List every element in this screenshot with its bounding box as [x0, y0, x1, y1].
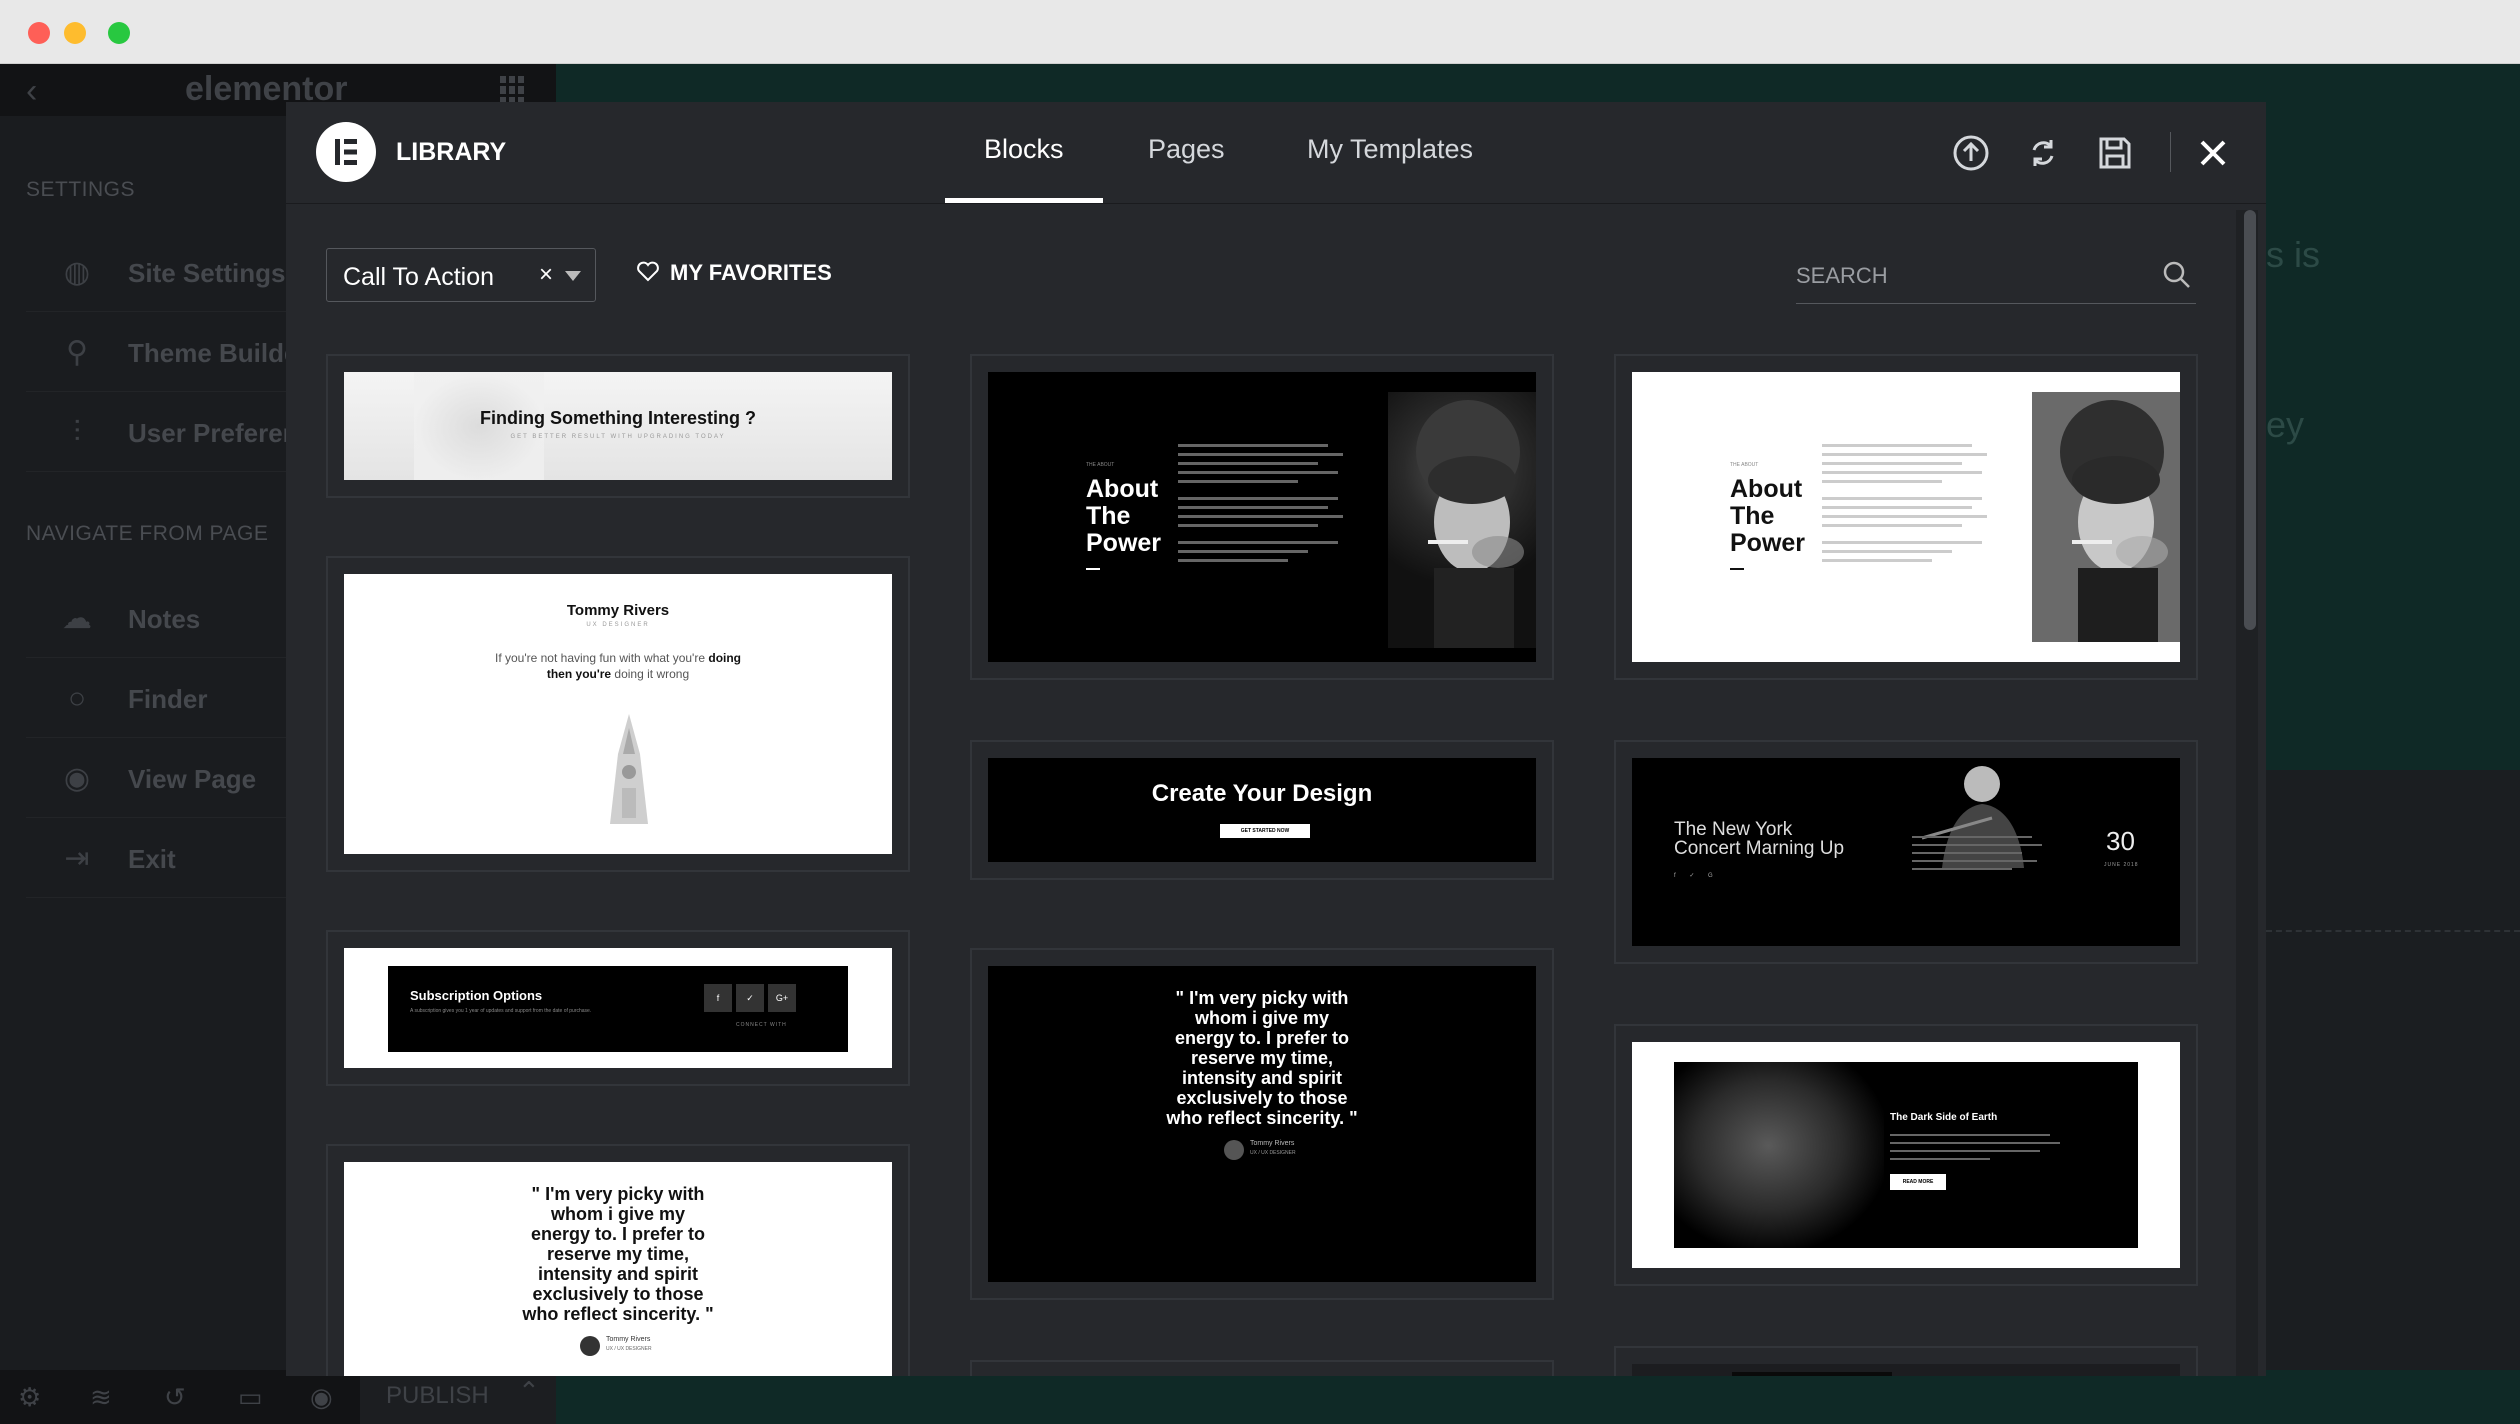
my-favorites-button[interactable]: MY FAVORITES	[636, 260, 832, 288]
back-icon[interactable]: ‹	[26, 72, 37, 111]
sitemap-icon: ⚲	[66, 336, 88, 369]
template-card-subscription[interactable]: Subscription Options A subscription give…	[326, 930, 910, 1086]
template-thumbnail: Create Your Design GET STARTED NOW	[988, 758, 1536, 862]
template-card-create-design[interactable]: Create Your Design GET STARTED NOW	[970, 740, 1554, 880]
library-modal: LIBRARY Blocks Pages My Templates Call T…	[286, 102, 2266, 1376]
save-icon[interactable]	[2094, 132, 2136, 174]
avatar	[1224, 1140, 1244, 1160]
social-icons: f ✓ G	[1674, 873, 1719, 879]
grid-menu-icon[interactable]	[500, 76, 528, 104]
header-divider	[2170, 132, 2171, 172]
tower-illustration	[602, 714, 656, 824]
template-card-about-dark[interactable]: THE ABOUT About The Power	[970, 354, 1554, 680]
template-thumbnail: THE ABOUT About The Power	[988, 372, 1536, 662]
template-thumbnail: The New York Concert Marning Up f ✓ G 30 …	[1632, 758, 2180, 946]
canvas-section	[2266, 770, 2520, 1370]
template-thumbnail: " I'm very picky with whom i give my ene…	[344, 1162, 892, 1376]
exit-icon: ⇥	[64, 842, 90, 875]
tab-blocks[interactable]: Blocks	[984, 134, 1064, 165]
template-thumbnail: Subscription Options A subscription give…	[344, 948, 892, 1068]
globe-icon: ◍	[63, 256, 91, 289]
tab-my-templates[interactable]: My Templates	[1307, 134, 1473, 165]
template-thumbnail	[1632, 1364, 2180, 1376]
template-thumbnail: Tommy Rivers UX DESIGNER If you're not h…	[344, 574, 892, 854]
template-card-new-york[interactable]: The New York Concert Marning Up f ✓ G 30 …	[1614, 740, 2198, 964]
divider	[2266, 930, 2520, 932]
template-card-quote-dark[interactable]: " I'm very picky with whom i give my ene…	[970, 948, 1554, 1300]
template-card-dark-side[interactable]: The Dark Side of Earth READ MORE	[1614, 1024, 2198, 1286]
maximize-window-button[interactable]	[108, 22, 130, 44]
preview-eye-icon[interactable]: ◉	[310, 1382, 333, 1413]
heart-icon	[636, 260, 660, 288]
template-thumbnail: Finding Something Interesting ? GET BETT…	[344, 372, 892, 480]
eye-icon: ◉	[63, 762, 91, 795]
template-thumbnail: " I'm very picky with whom i give my ene…	[988, 966, 1536, 1282]
body-text-lines	[1890, 1128, 2060, 1166]
responsive-icon[interactable]: ▭	[238, 1382, 263, 1413]
template-card-finding-2[interactable]: Finding Something Interesting ? GET BETT…	[970, 1360, 1554, 1376]
facebook-icon: f	[704, 984, 732, 1012]
close-window-button[interactable]	[28, 22, 50, 44]
publish-button[interactable]: PUBLISH ⌃	[360, 1370, 556, 1424]
section-settings-heading: SETTINGS	[26, 178, 136, 201]
template-card-partial[interactable]	[1614, 1346, 2198, 1376]
close-icon[interactable]	[2192, 132, 2234, 174]
sliders-icon: ⫶	[73, 416, 81, 449]
body-text-lines	[1178, 438, 1348, 568]
twitter-icon: ✓	[736, 984, 764, 1012]
search-input[interactable]	[1796, 258, 2136, 294]
category-select[interactable]: Call To Action ×	[326, 248, 596, 302]
elementor-logo-icon	[316, 122, 376, 182]
panel-footer: ⚙ ≋ ↺ ▭ ◉ PUBLISH ⌃	[0, 1370, 556, 1424]
clear-category-icon[interactable]: ×	[539, 261, 553, 289]
search-field	[1796, 248, 2196, 304]
googleplus-icon: G+	[768, 984, 796, 1012]
search-icon: ○	[67, 682, 87, 715]
template-thumbnail: The Dark Side of Earth READ MORE	[1632, 1042, 2180, 1268]
template-card-about-light[interactable]: THE ABOUT About The Power	[1614, 354, 2198, 680]
body-text-lines	[1822, 438, 1992, 568]
library-title: LIBRARY	[396, 138, 507, 166]
modal-header: LIBRARY Blocks Pages My Templates	[286, 102, 2266, 204]
scrollbar-thumb[interactable]	[2244, 210, 2256, 630]
chevron-up-icon: ⌃	[518, 1376, 540, 1406]
chevron-down-icon	[565, 271, 581, 281]
template-card-quote[interactable]: " I'm very picky with whom i give my ene…	[326, 1144, 910, 1376]
search-icon[interactable]	[2162, 260, 2192, 290]
active-tab-indicator	[945, 198, 1103, 203]
canvas-text: s is	[2266, 234, 2320, 275]
upload-icon[interactable]	[1950, 132, 1992, 174]
portrait-photo	[1388, 392, 1536, 648]
avatar	[580, 1336, 600, 1356]
template-card-testimonial[interactable]: Tommy Rivers UX DESIGNER If you're not h…	[326, 556, 910, 872]
body-text-lines	[1912, 830, 2042, 876]
chat-icon: ☁	[62, 602, 92, 635]
minimize-window-button[interactable]	[64, 22, 86, 44]
portrait-photo	[1674, 1062, 1884, 1248]
tab-pages[interactable]: Pages	[1148, 134, 1225, 165]
template-thumbnail: THE ABOUT About The Power	[1632, 372, 2180, 662]
history-icon[interactable]: ↺	[164, 1382, 186, 1413]
template-card-finding[interactable]: Finding Something Interesting ? GET BETT…	[326, 354, 910, 498]
canvas-text: ey	[2266, 404, 2305, 445]
layers-icon[interactable]: ≋	[90, 1382, 112, 1413]
window-titlebar	[0, 0, 2520, 64]
settings-gear-icon[interactable]: ⚙	[18, 1382, 41, 1413]
section-navigate-heading: NAVIGATE FROM PAGE	[26, 522, 269, 545]
sync-icon[interactable]	[2022, 132, 2064, 174]
portrait-photo	[2032, 392, 2180, 642]
